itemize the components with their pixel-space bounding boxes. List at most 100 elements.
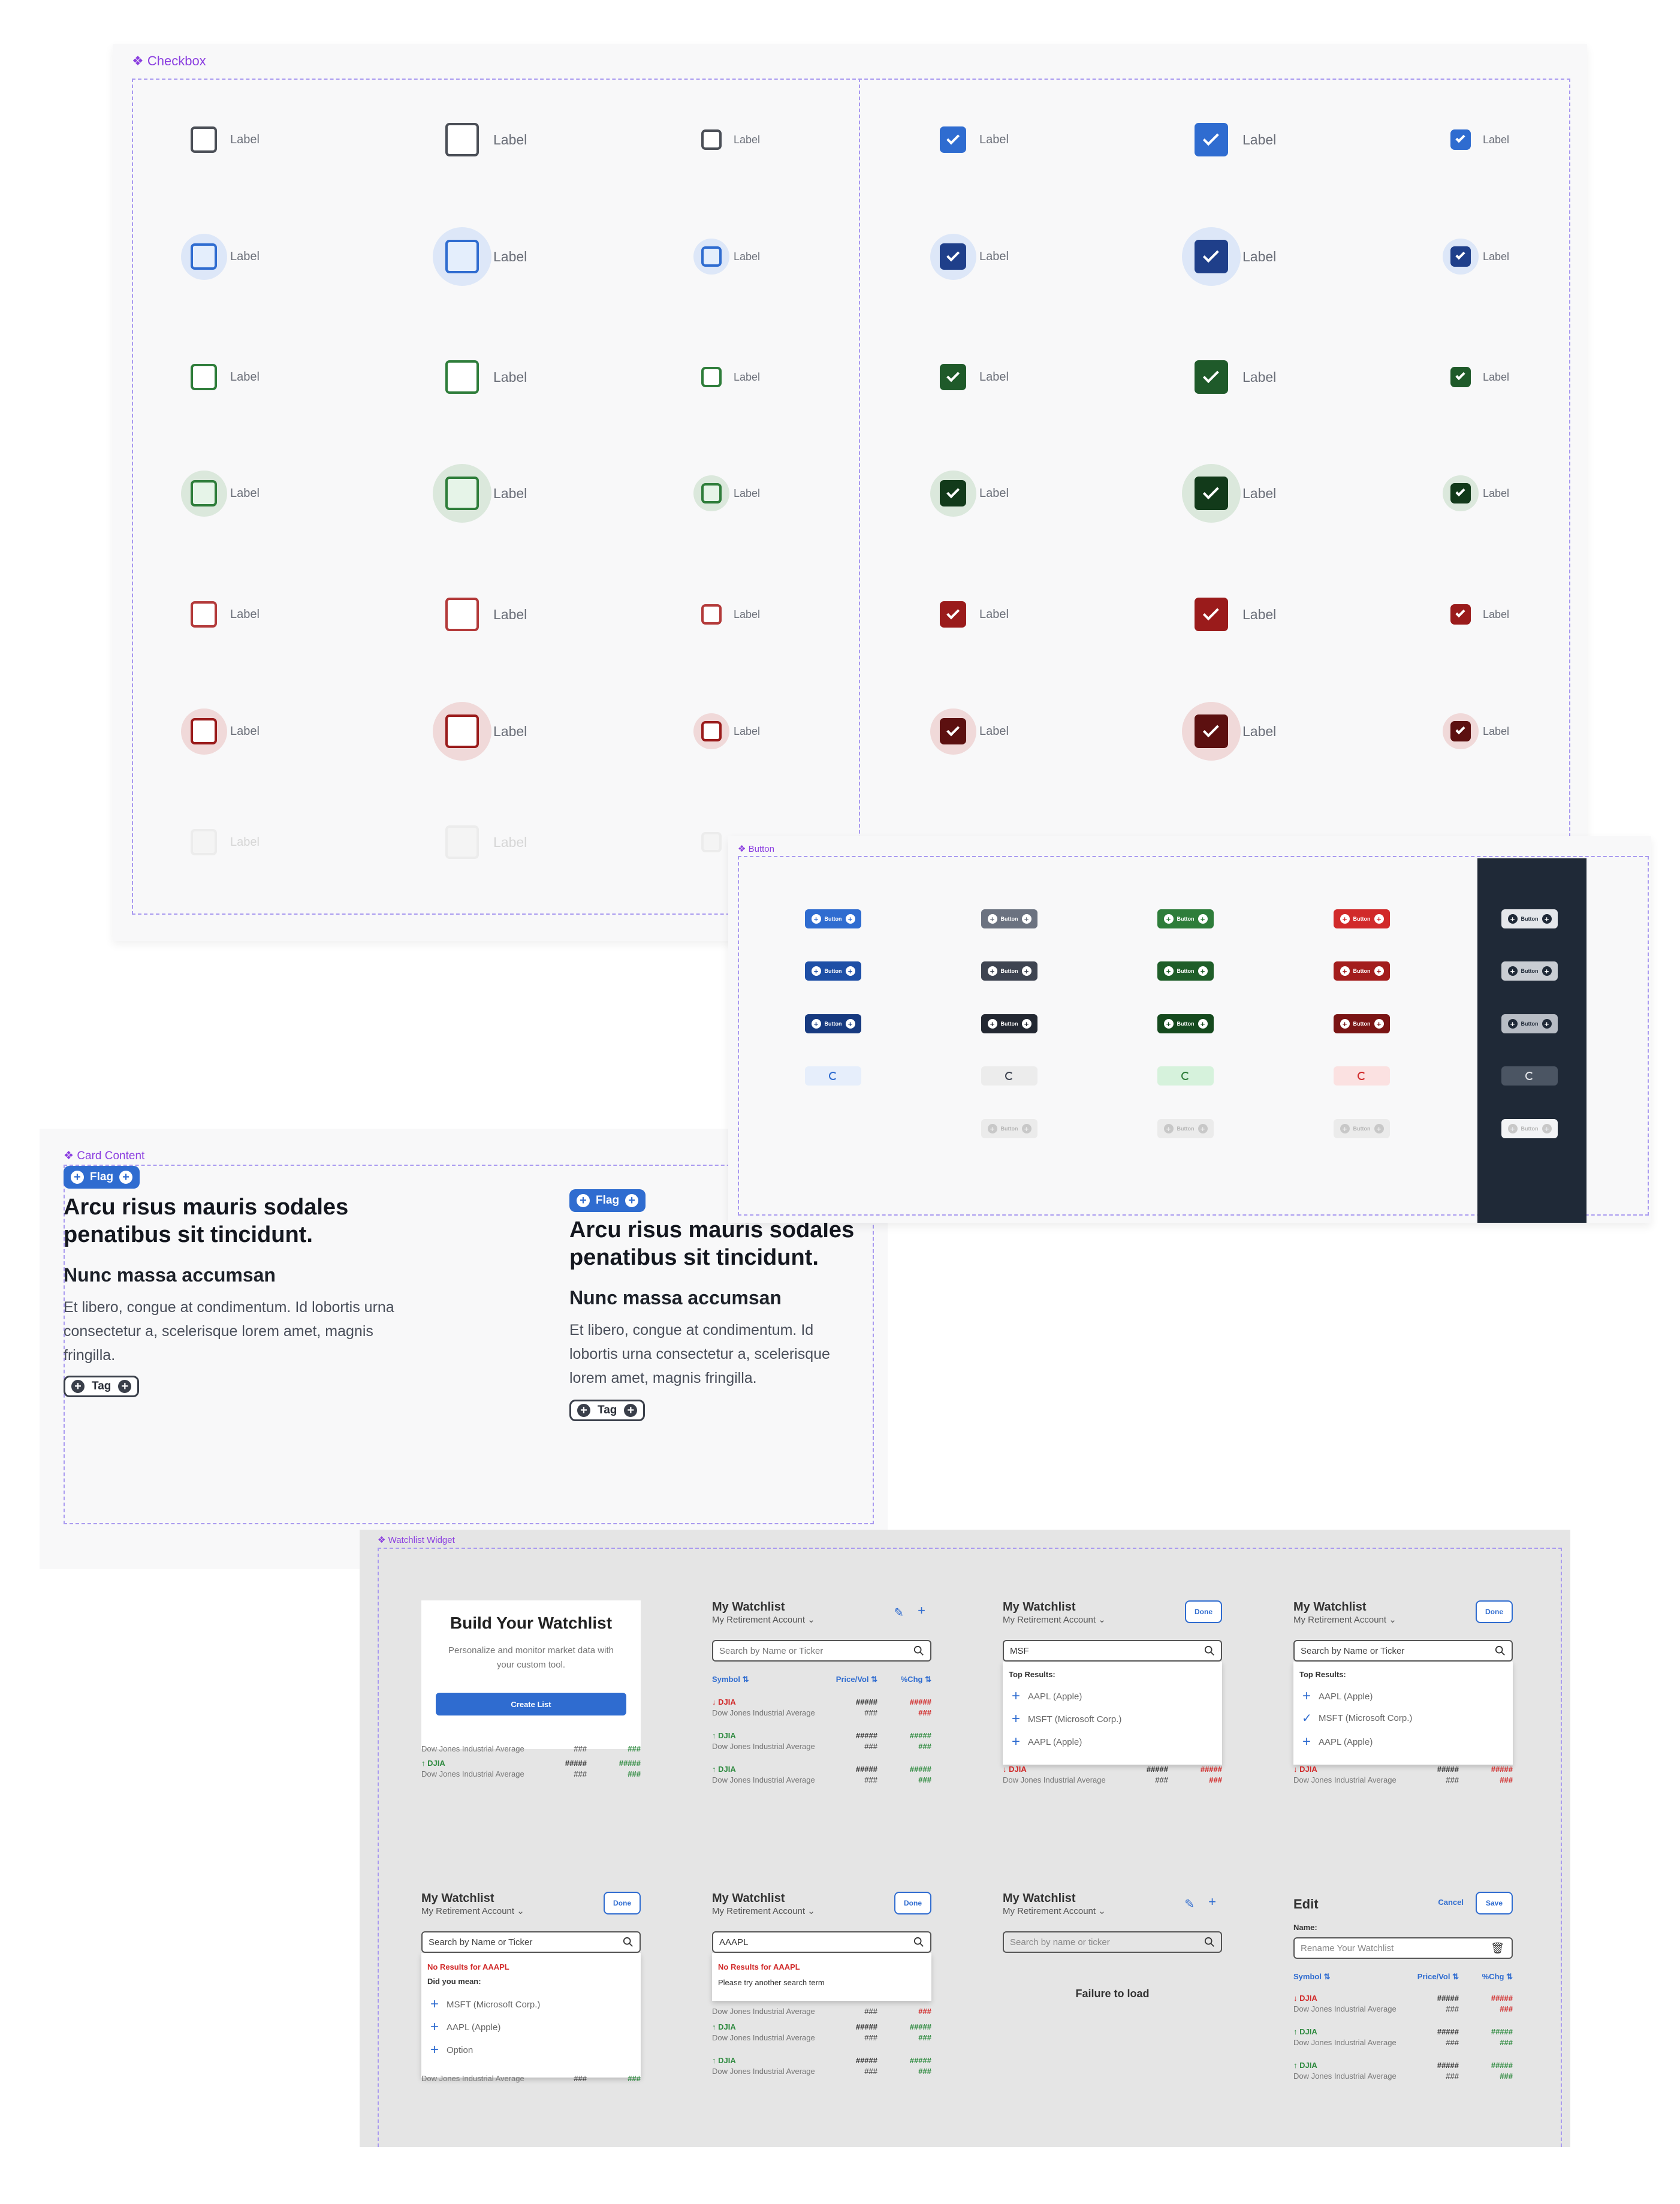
checkbox[interactable]: Label [701,129,760,150]
checkbox-checked-box[interactable] [1195,598,1228,631]
table-row[interactable]: ↓ DJIA Dow Jones Industrial Average ##### #… [1293,1994,1513,2024]
checkbox-box[interactable] [701,604,722,625]
checkbox-checked-box[interactable] [1450,129,1471,150]
checkbox-box[interactable] [445,477,479,510]
trash-icon[interactable]: 🗑 [1491,1942,1504,1955]
checkbox-checked[interactable]: Label [940,126,1009,153]
search-input[interactable]: Search by Name or Ticker [712,1640,931,1662]
checkbox[interactable]: Label [693,713,760,749]
checkbox-checked[interactable]: Label [940,364,1009,390]
button[interactable]: + Button + [1334,909,1390,928]
button[interactable]: + Button + [1334,961,1390,981]
table-row[interactable]: ↓ DJIA Dow Jones Industrial Average ##### #… [1003,1765,1222,1795]
save-button[interactable]: Save [1476,1892,1513,1914]
checkbox-checked-box[interactable] [1450,367,1471,387]
dropdown-option[interactable]: + AAPL (Apple) [430,2019,500,2036]
done-button[interactable]: Done [1476,1600,1513,1623]
button[interactable]: + Button + [1501,1014,1558,1033]
symbol-column-header[interactable]: Symbol ⇅ [1293,1972,1331,1982]
checkbox-checked-box[interactable] [1450,246,1471,267]
checkbox-checked-box[interactable] [1195,360,1228,394]
checkbox-checked[interactable]: Label [1450,604,1509,625]
plus-icon[interactable]: + [1208,1894,1216,1910]
checkbox-box[interactable] [701,832,722,852]
button[interactable]: + Button + [805,909,861,928]
change-column-header[interactable]: %Chg ⇅ [901,1675,931,1684]
search-input[interactable]: Search by name or ticker [1003,1931,1222,1953]
button[interactable]: + Button + [1157,1014,1214,1033]
checkbox-checked-box[interactable] [940,364,966,390]
checkbox-box[interactable] [445,714,479,748]
pencil-icon[interactable]: ✎ [894,1605,904,1620]
search-input[interactable]: AAAPL [712,1931,931,1953]
checkbox-checked-box[interactable] [1450,604,1471,625]
checkbox-checked[interactable]: Label [1443,239,1509,275]
checkbox-checked-box[interactable] [940,243,966,270]
checkbox[interactable]: Label [445,123,527,156]
checkbox-box[interactable] [701,367,722,387]
checkbox-checked[interactable]: Label [930,470,1009,517]
checkbox-checked-box[interactable] [1195,477,1228,510]
checkbox[interactable]: Label [693,239,760,275]
rename-input[interactable]: Rename Your Watchlist 🗑 [1293,1937,1513,1959]
checkbox[interactable]: Label [180,233,260,280]
checkbox-box[interactable] [701,483,722,503]
button[interactable]: + Button + [1334,1119,1390,1138]
checkbox-box[interactable] [445,240,479,273]
button[interactable]: + Button + [805,1014,861,1033]
tag-chip[interactable]: + Tag + [64,1376,140,1397]
button[interactable]: + Button + [1501,961,1558,981]
checkbox-checked-box[interactable] [1195,714,1228,748]
checkbox-box[interactable] [445,825,479,859]
checkbox-checked-box[interactable] [940,601,966,628]
checkbox-box[interactable] [191,126,217,153]
checkbox[interactable]: Label [701,604,760,625]
table-row[interactable]: ↑ DJIA Dow Jones Industrial Average ##### #… [712,1765,931,1795]
button[interactable]: + Button + [981,909,1037,928]
checkbox-checked[interactable]: Label [1195,123,1276,156]
plus-icon[interactable]: + [918,1603,925,1618]
table-row[interactable]: ↑ DJIA Dow Jones Industrial Average ##### #… [1293,2027,1513,2057]
checkbox-checked[interactable]: Label [1450,129,1509,150]
button[interactable] [1334,1066,1390,1086]
table-row[interactable]: ↑ DJIA Dow Jones Industrial Average ##### #… [712,2022,931,2052]
button[interactable]: + Button + [1157,909,1214,928]
price-column-header[interactable]: Price/Vol ⇅ [1417,1972,1459,1982]
checkbox[interactable]: Label [180,470,260,517]
dropdown-option[interactable]: + MSFT (Microsoft Corp.) [1011,1711,1121,1727]
checkbox-box[interactable] [191,829,217,855]
button[interactable]: + Button + [1157,961,1214,981]
search-input[interactable]: Search by Name or Ticker [1293,1640,1513,1662]
checkbox-box[interactable] [191,601,217,628]
create-list-button[interactable]: Create List [436,1693,626,1715]
search-input[interactable]: MSF [1003,1640,1222,1662]
checkbox-box[interactable] [701,129,722,150]
checkbox-checked[interactable]: Label [1195,598,1276,631]
change-column-header[interactable]: %Chg ⇅ [1482,1972,1513,1982]
checkbox-checked[interactable]: Label [1450,367,1509,387]
price-column-header[interactable]: Price/Vol ⇅ [836,1675,877,1684]
dropdown-option[interactable]: ✓ MSFT (Microsoft Corp.) [1302,1711,1412,1726]
checkbox-box[interactable] [191,480,217,506]
checkbox-checked[interactable]: Label [1182,702,1276,761]
button[interactable]: + Button + [1334,1014,1390,1033]
button[interactable]: + Button + [1501,909,1558,928]
checkbox[interactable]: Label [191,829,260,855]
checkbox-checked-box[interactable] [1195,123,1228,156]
checkbox-checked-box[interactable] [1195,240,1228,273]
done-button[interactable]: Done [1185,1600,1222,1623]
button[interactable] [1157,1066,1214,1086]
checkbox-box[interactable] [191,243,217,270]
checkbox-checked-box[interactable] [940,126,966,153]
dropdown-option[interactable]: + AAPL (Apple) [1011,1733,1082,1750]
button[interactable] [805,1066,861,1086]
checkbox[interactable]: Label [191,601,260,628]
dropdown-option[interactable]: + AAPL (Apple) [1302,1733,1373,1750]
button[interactable] [981,1066,1037,1086]
checkbox[interactable]: Label [433,702,527,761]
tag-chip[interactable]: + Tag + [569,1400,646,1421]
cancel-button[interactable]: Cancel [1438,1898,1464,1907]
button[interactable]: + Button + [981,961,1037,981]
table-row[interactable]: ↑ DJIA Dow Jones Industrial Average ##### #… [712,2056,931,2086]
done-button[interactable]: Done [604,1892,641,1914]
